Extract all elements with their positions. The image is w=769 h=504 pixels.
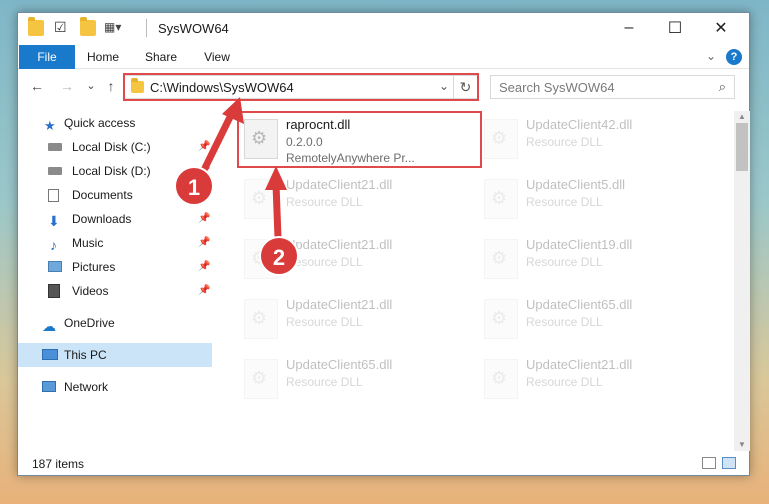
arrow-1 [199, 97, 244, 176]
callout-step-1: 1 [174, 166, 214, 206]
callout-step-2: 2 [259, 236, 299, 276]
annotation-arrows [199, 97, 287, 242]
arrow-2 [265, 166, 287, 242]
